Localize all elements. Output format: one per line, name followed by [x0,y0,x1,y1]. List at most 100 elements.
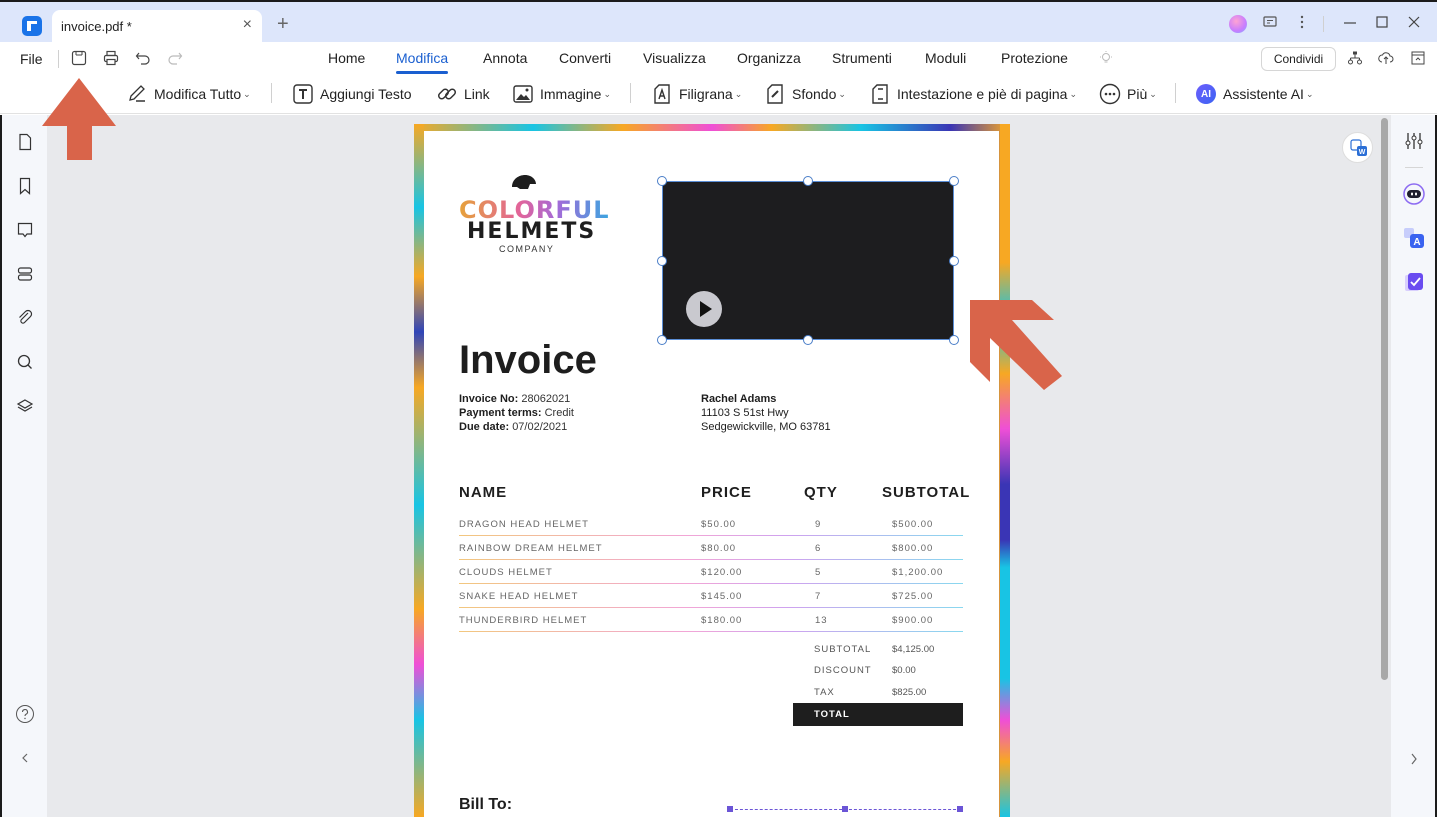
resize-handle[interactable] [949,335,959,345]
layers-icon[interactable] [15,396,35,416]
header-footer-button[interactable]: Intestazione e piè di pagina ⌄ [869,82,1077,106]
watermark-icon [651,83,673,105]
payment-terms: Payment terms: Credit [459,407,574,419]
maximize-icon[interactable] [1374,14,1390,30]
bill-to-heading: Bill To: [459,796,513,813]
resize-handle[interactable] [957,806,963,812]
attachment-icon[interactable] [15,308,35,328]
chevron-down-icon: ⌄ [734,88,743,99]
minimize-icon[interactable] [1342,14,1358,30]
more-button[interactable]: Più ⌄ [1099,82,1157,106]
helmet-logo-icon [512,175,536,189]
resize-handle[interactable] [657,176,667,186]
page-thumbnail-icon[interactable] [15,132,35,152]
edit-toolbar: Modifica Tutto ⌄ Aggiungi Testo Link Imma… [0,74,1437,114]
column-header-qty: QTY [804,484,838,501]
table-row: THUNDERBIRD HELMET $180.00 13 $900.00 [459,608,963,632]
task-check-icon[interactable] [1403,271,1425,293]
item-price: $180.00 [701,615,743,626]
close-tab-icon[interactable]: × [243,16,252,34]
undo-icon[interactable] [134,49,152,67]
total-label: TOTAL [814,709,850,720]
translate-icon[interactable]: A [1403,227,1425,249]
resize-handle[interactable] [803,335,813,345]
tab-moduli[interactable]: Moduli [925,50,966,66]
resize-handle[interactable] [657,256,667,266]
cloud-upload-icon[interactable] [1378,50,1394,66]
watermark-button[interactable]: Filigrana ⌄ [651,82,742,106]
chevron-down-icon: ⌄ [243,88,251,99]
document-tab[interactable]: invoice.pdf * × [52,10,262,44]
tab-protezione[interactable]: Protezione [1001,50,1068,66]
title-bar: invoice.pdf * × + [0,0,1437,44]
properties-sliders-icon[interactable] [1403,130,1425,152]
ai-assistant-button[interactable]: AI Assistente AI ⌄ [1196,82,1313,106]
tab-converti[interactable]: Converti [559,50,611,66]
watermark-label: Filigrana [679,86,733,102]
table-row: CLOUDS HELMET $120.00 5 $1,200.00 [459,560,963,584]
expand-right-icon[interactable] [1403,748,1425,770]
row-divider [459,631,963,632]
app-logo-icon [22,16,42,36]
collapse-left-icon[interactable] [15,748,35,768]
more-vertical-icon[interactable] [1294,14,1310,30]
resize-handle[interactable] [727,806,733,812]
play-icon[interactable] [686,291,722,327]
tab-visualizza[interactable]: Visualizza [643,50,706,66]
share-button[interactable]: Condividi [1261,47,1336,71]
workflow-icon[interactable] [1347,50,1363,66]
fields-icon[interactable] [15,264,35,284]
ai-assistant-label: Assistente AI [1223,86,1304,102]
tab-home[interactable]: Home [328,50,365,66]
tab-title: invoice.pdf * [61,19,132,34]
tab-strumenti[interactable]: Strumenti [832,50,892,66]
edit-all-button[interactable]: Modifica Tutto ⌄ [126,82,251,106]
svg-text:W: W [1359,149,1366,156]
invoice-title: Invoice [459,338,597,382]
redo-icon[interactable] [166,49,184,67]
resize-handle[interactable] [949,256,959,266]
save-icon[interactable] [70,49,88,67]
comment-icon[interactable] [15,220,35,240]
add-text-button[interactable]: Aggiungi Testo [292,82,412,106]
resize-handle[interactable] [657,335,667,345]
meta-value: 07/02/2021 [512,421,568,433]
print-icon[interactable] [102,49,120,67]
meta-label: Invoice No: [459,393,519,405]
file-menu[interactable]: File [20,51,43,67]
collapse-ribbon-icon[interactable] [1410,50,1426,66]
feedback-icon[interactable] [1262,14,1278,30]
vertical-scrollbar[interactable] [1381,118,1388,680]
item-qty: 6 [815,543,822,554]
new-tab-button[interactable]: + [277,14,289,34]
link-label: Link [464,86,490,102]
item-price: $120.00 [701,567,743,578]
tab-annota[interactable]: Annota [483,50,527,66]
image-label: Immagine [540,86,602,102]
link-button[interactable]: Link [436,82,490,106]
help-icon[interactable] [15,704,35,724]
tab-organizza[interactable]: Organizza [737,50,801,66]
item-subtotal: $900.00 [892,615,934,626]
tab-modifica[interactable]: Modifica [396,50,449,74]
table-row: DRAGON HEAD HELMET $50.00 9 $500.00 [459,512,963,536]
background-icon [764,83,786,105]
background-button[interactable]: Sfondo ⌄ [764,82,846,106]
pdf-page-border-left [414,124,424,817]
meta-label: Payment terms: [459,407,542,419]
text-box-selection[interactable] [727,806,963,812]
search-icon[interactable] [15,352,35,372]
chevron-down-icon: ⌄ [1149,88,1157,99]
resize-handle[interactable] [949,176,959,186]
resize-handle[interactable] [803,176,813,186]
close-window-icon[interactable] [1406,14,1422,30]
resize-handle[interactable] [842,806,848,812]
divider [58,50,59,68]
bookmark-icon[interactable] [15,176,35,196]
convert-to-word-button[interactable]: W [1342,132,1373,163]
item-name: DRAGON HEAD HELMET [459,519,589,530]
user-avatar[interactable] [1229,15,1247,33]
image-button[interactable]: Immagine ⌄ [512,82,611,106]
ai-robot-icon[interactable] [1403,183,1425,205]
lightbulb-icon[interactable] [1098,50,1114,66]
